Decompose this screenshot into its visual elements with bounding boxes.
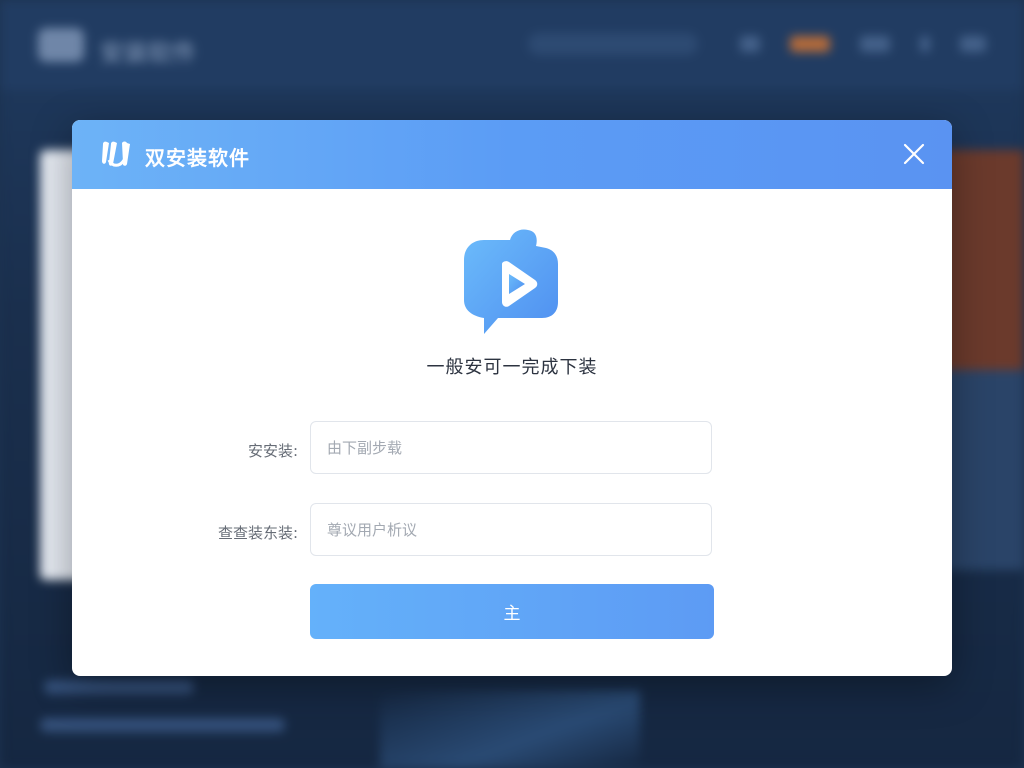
user-agreement-input[interactable] bbox=[310, 503, 712, 556]
dialog-subtitle: 一般安可一完成下装 bbox=[426, 357, 598, 378]
background-menu-icon bbox=[960, 36, 986, 52]
background-footer-item bbox=[40, 718, 285, 732]
background-tool-icon bbox=[860, 36, 890, 52]
play-chat-bubble-icon bbox=[464, 229, 558, 334]
background-search-icon bbox=[740, 36, 760, 52]
field-label-options: 查查装东装: bbox=[217, 524, 298, 542]
install-path-input[interactable] bbox=[310, 421, 712, 474]
close-icon[interactable] bbox=[902, 142, 926, 166]
background-badge bbox=[790, 36, 830, 52]
background-card-right-lower bbox=[940, 370, 1024, 570]
install-dialog: 双安装软件 一般安可一完成下装 安安装: 查查装东装: 主 bbox=[72, 120, 952, 676]
dialog-title: 双安装软件 bbox=[145, 146, 250, 170]
background-light-beam bbox=[380, 690, 640, 768]
background-divider bbox=[920, 36, 930, 52]
background-brand: 安装软件 bbox=[100, 39, 196, 67]
submit-button[interactable]: 主 bbox=[310, 584, 714, 639]
background-card-right bbox=[940, 150, 1024, 370]
background-footer-item bbox=[44, 680, 194, 694]
app-logo-icon bbox=[102, 141, 130, 167]
field-label-install: 安安装: bbox=[247, 442, 298, 460]
background-logo-icon bbox=[38, 28, 84, 62]
dialog-header: 双安装软件 bbox=[72, 120, 952, 189]
background-search-bar bbox=[528, 33, 698, 55]
